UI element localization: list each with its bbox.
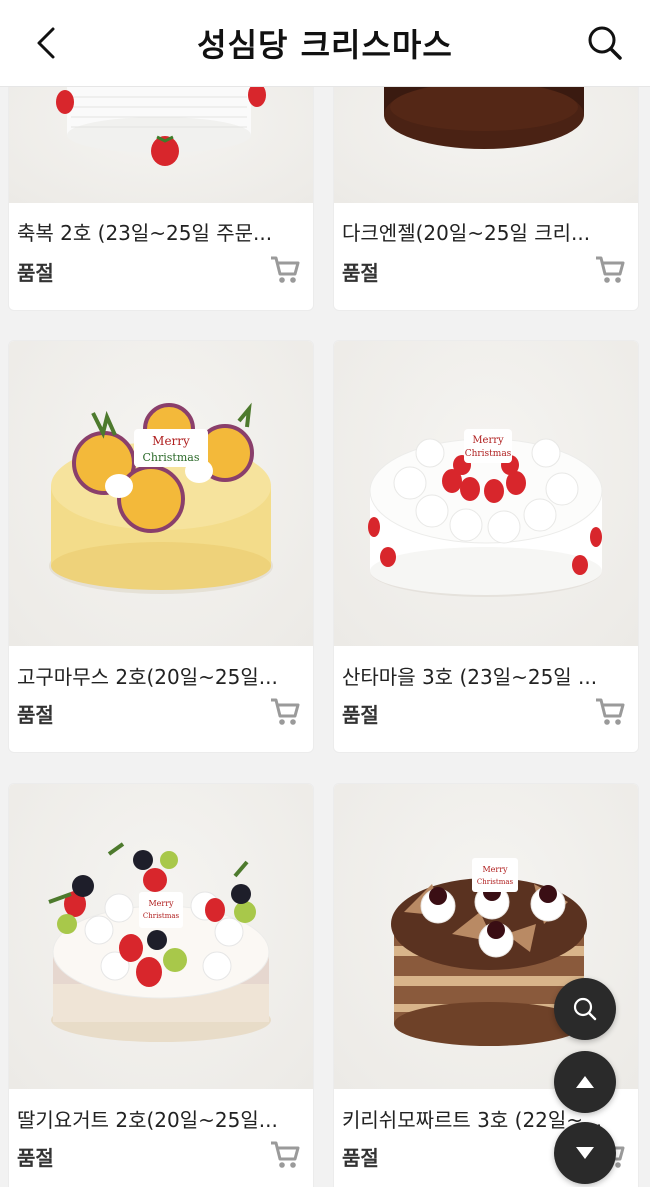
scroll-to-top-button[interactable] [554,1051,616,1113]
top-app-bar: 성심당 크리스마스 [0,0,650,86]
product-grid: 축복 2호 (23일~25일 주문... 품절 다크엔젤(20일~25일 크리.… [0,86,650,1187]
cake-image: Merry Christmas [48,842,271,1042]
cake-image [384,86,584,149]
product-card[interactable]: Merry Christmas 산타마을 3호 (23일~25일 ... 품절 [333,340,639,753]
cake-image: Merry Christmas [49,402,273,594]
topper-christmas-text: Christmas [477,878,514,886]
product-name[interactable]: 고구마무스 2호(20일~25일... [17,661,307,690]
chevron-left-icon [37,27,55,59]
cake-image: Merry Christmas [391,858,587,1046]
page-title: 성심당 크리스마스 [197,26,453,64]
sold-out-badge: 품절 [342,1146,379,1170]
product-card[interactable]: 축복 2호 (23일~25일 주문... 품절 [8,86,314,311]
product-card[interactable]: Merry Christmas 딸기요거트 2호(20일~25일... 품절 [8,783,314,1187]
cart-icon[interactable] [269,1140,301,1170]
search-button[interactable] [584,22,626,64]
triangle-down-icon [576,1147,594,1159]
product-card[interactable]: 다크엔젤(20일~25일 크리... 품절 [333,86,639,311]
product-image[interactable]: Merry Christmas [334,341,638,646]
product-image[interactable]: Merry Christmas [334,784,638,1089]
cart-icon[interactable] [269,255,301,285]
triangle-up-icon [576,1076,594,1088]
cart-icon[interactable] [594,697,626,727]
cake-image [56,86,266,166]
cart-icon[interactable] [269,697,301,727]
topper-christmas-text: Christmas [465,449,512,459]
sold-out-badge: 품절 [17,703,54,727]
scroll-to-bottom-button[interactable] [554,1122,616,1184]
product-image[interactable] [334,86,638,203]
topper-christmas-text: Christmas [143,912,180,920]
product-card[interactable]: Merry Christmas 고구마무스 2호(20일~25일... 품절 [8,340,314,753]
search-icon [588,26,622,60]
topper-christmas-text: Christmas [143,451,200,464]
product-name[interactable]: 축복 2호 (23일~25일 주문... [17,217,307,246]
topper-merry-text: Merry [152,434,190,448]
topper-merry-text: Merry [482,865,508,874]
sold-out-badge: 품절 [17,1146,54,1170]
search-icon [573,997,597,1021]
product-name[interactable]: 다크엔젤(20일~25일 크리... [342,217,632,246]
sold-out-badge: 품절 [17,261,54,285]
topper-merry-text: Merry [472,435,504,446]
product-image[interactable]: Merry Christmas [9,341,313,646]
floating-search-button[interactable] [554,978,616,1040]
product-image[interactable]: Merry Christmas [9,784,313,1089]
sold-out-badge: 품절 [342,703,379,727]
cake-image: Merry Christmas [368,429,603,597]
topper-merry-text: Merry [148,899,174,908]
product-name[interactable]: 딸기요거트 2호(20일~25일... [17,1104,307,1133]
product-name[interactable]: 산타마을 3호 (23일~25일 ... [342,661,632,690]
sold-out-badge: 품절 [342,261,379,285]
back-button[interactable] [28,22,64,64]
cart-icon[interactable] [594,255,626,285]
product-image[interactable] [9,86,313,203]
